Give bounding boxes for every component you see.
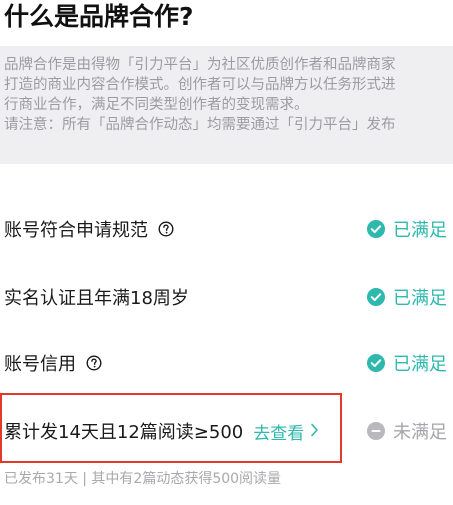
requirement-row-account-compliance: 账号符合申请规范 已满足 [0, 209, 453, 249]
requirement-label: 实名认证且年满18周岁 [4, 288, 189, 309]
check-circle-icon [367, 220, 385, 238]
requirement-row-publishing-activity: 累计发14天且12篇阅读≥500 去查看 未满足 [0, 411, 453, 451]
status-met: 已满足 [367, 209, 447, 249]
status-met: 已满足 [367, 343, 447, 383]
requirement-label: 账号符合申请规范 [4, 220, 148, 241]
check-circle-icon [367, 354, 385, 372]
intro-line: 打造的商业内容合作模式。创作者可以与品牌方以任务形式进 [4, 77, 396, 93]
requirement-label: 账号信用 [4, 354, 76, 375]
intro-line: 行商业合作，满足不同类型创作者的变现需求。 [4, 97, 309, 113]
publishing-progress-note: 已发布31天 | 其中有2篇动态获得500阅读量 [4, 471, 282, 487]
chevron-right-icon[interactable] [310, 422, 319, 441]
check-circle-icon [367, 288, 385, 306]
status-text: 已满足 [393, 288, 447, 309]
intro-panel: 品牌合作是由得物「引力平台」为社区优质创作者和品牌商家 打造的商业内容合作模式。… [0, 46, 453, 164]
requirement-row-account-credit: 账号信用 已满足 [0, 343, 453, 383]
intro-line: 品牌合作是由得物「引力平台」为社区优质创作者和品牌商家 [4, 57, 396, 73]
help-circle-icon[interactable] [86, 355, 102, 371]
status-met: 已满足 [367, 277, 447, 317]
requirement-label: 累计发14天且12篇阅读≥500 [4, 422, 244, 443]
status-text: 未满足 [393, 422, 447, 443]
help-circle-icon[interactable] [158, 221, 174, 237]
status-unmet: 未满足 [367, 411, 447, 451]
status-text: 已满足 [393, 220, 447, 241]
minus-circle-icon [367, 422, 385, 440]
requirement-row-real-name: 实名认证且年满18周岁 已满足 [0, 277, 453, 317]
view-details-link[interactable]: 去查看 [253, 419, 304, 444]
status-text: 已满足 [393, 354, 447, 375]
intro-line: 请注意：所有「品牌合作动态」均需要通过「引力平台」发布 [4, 117, 396, 133]
page-title: 什么是品牌合作? [4, 2, 194, 31]
